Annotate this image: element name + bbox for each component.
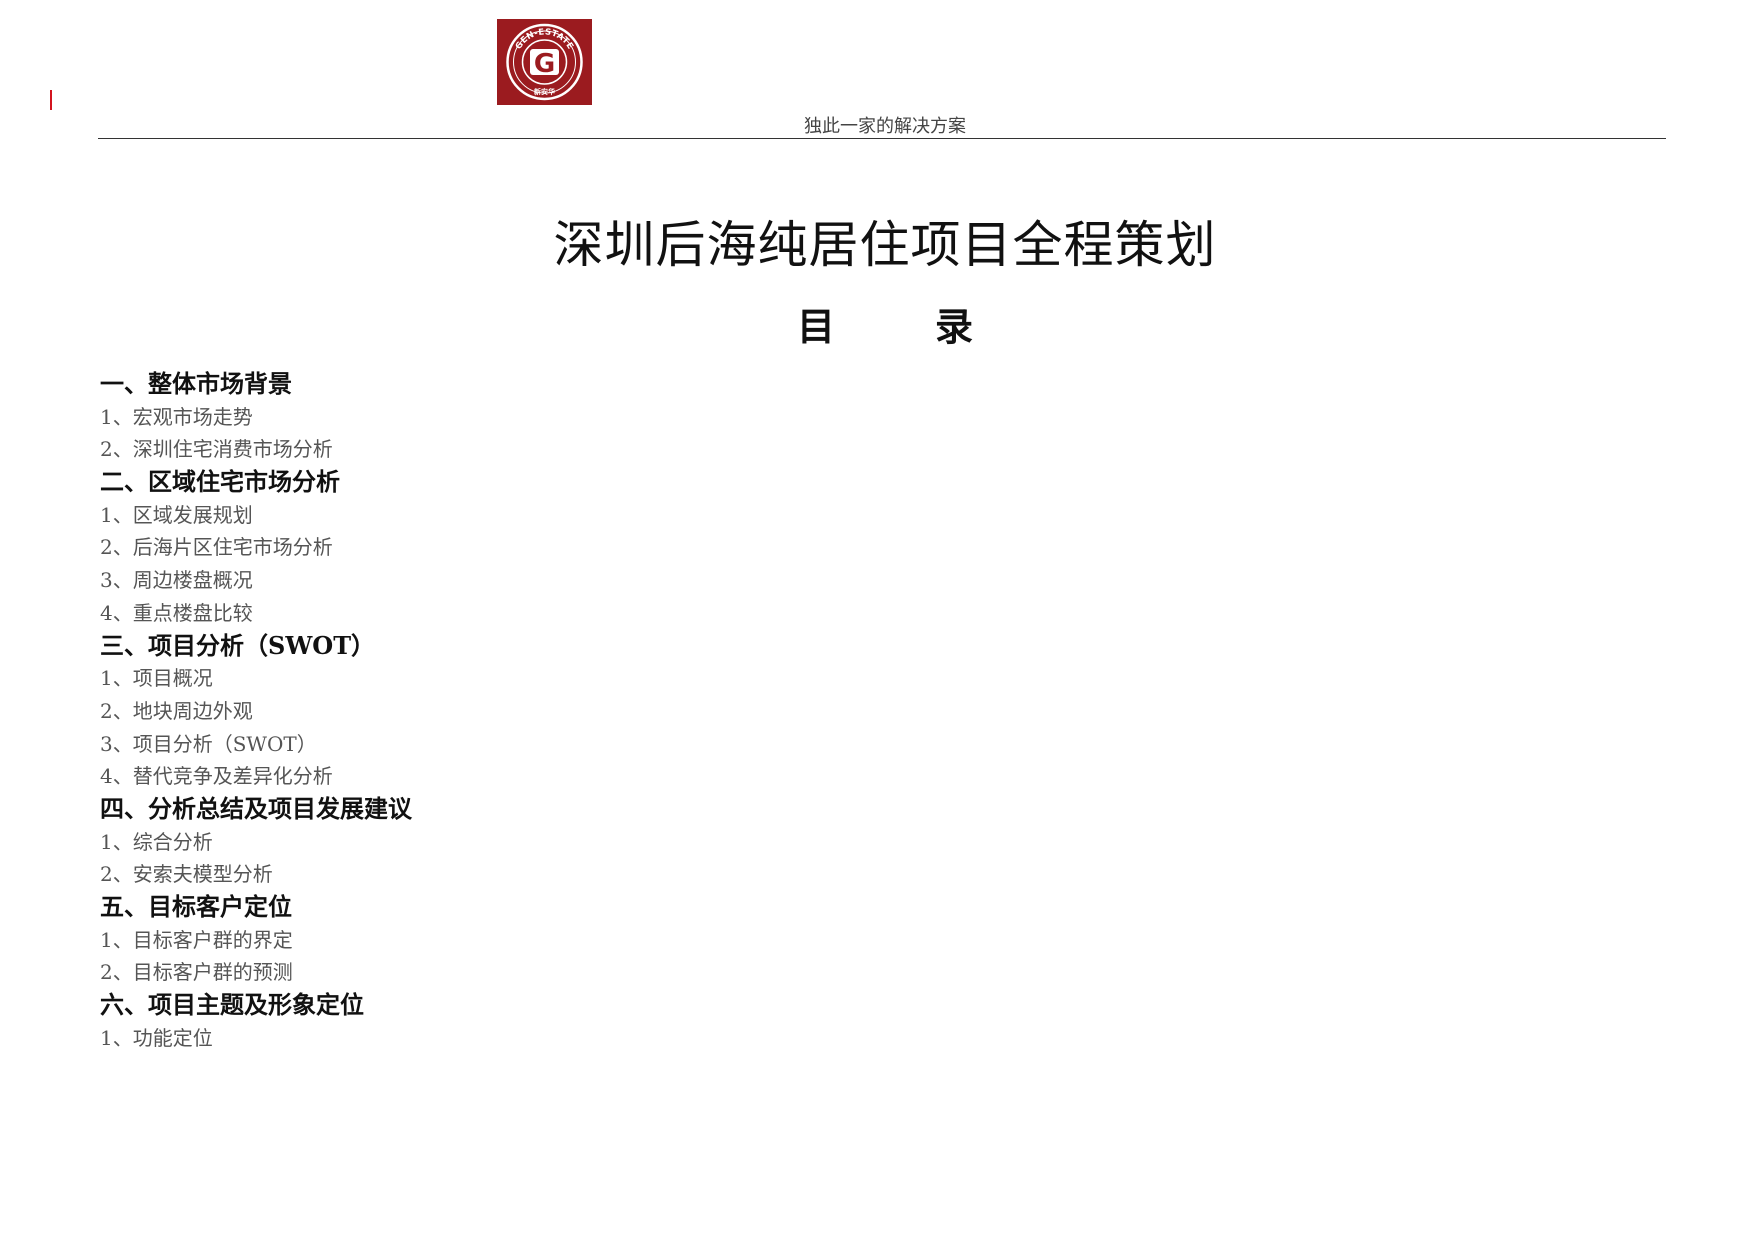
toc-item: 4、重点楼盘比较 — [100, 600, 253, 625]
toc-section-heading: 三、项目分析（SWOT） — [100, 630, 376, 660]
toc-item: 2、安索夫模型分析 — [100, 862, 273, 887]
toc-item: 2、深圳住宅消费市场分析 — [100, 437, 333, 462]
toc-item: 1、功能定位 — [100, 1025, 213, 1050]
toc-item: 1、项目概况 — [100, 666, 213, 691]
margin-marker — [50, 90, 52, 110]
toc-item: 2、地块周边外观 — [100, 698, 253, 723]
toc-item: 1、综合分析 — [100, 829, 213, 854]
toc-heading: 目录 — [796, 304, 1073, 349]
toc-section-heading: 二、区域住宅市场分析 — [100, 467, 340, 497]
toc-item: 1、宏观市场走势 — [100, 404, 253, 429]
toc-item: 4、替代竞争及差异化分析 — [100, 764, 333, 789]
toc-section-heading: 一、整体市场背景 — [100, 369, 292, 398]
gen-estate-logo: GEN-ESTATE G 新安华 — [497, 19, 592, 105]
toc-item: 3、周边楼盘概况 — [100, 568, 253, 593]
logo-letter: G — [534, 49, 555, 79]
header-divider — [98, 138, 1666, 139]
toc-item: 2、目标客户群的预测 — [100, 960, 293, 985]
toc-item: 3、项目分析（SWOT） — [100, 731, 317, 756]
document-title: 深圳后海纯居住项目全程策划 — [553, 216, 1217, 274]
logo-bottom-text: 新安华 — [534, 87, 555, 96]
toc-section-heading: 六、项目主题及形象定位 — [100, 990, 364, 1020]
table-of-contents: 一、整体市场背景 1、宏观市场走势 2、深圳住宅消费市场分析二、区域住宅市场分析 1、… — [100, 368, 412, 1054]
toc-section-heading: 五、目标客户定位 — [100, 892, 292, 921]
toc-section-heading: 四、分析总结及项目发展建议 — [100, 793, 412, 823]
toc-item: 1、目标客户群的界定 — [100, 927, 293, 952]
toc-item: 2、后海片区住宅市场分析 — [100, 535, 333, 560]
toc-item: 1、区域发展规划 — [100, 502, 253, 527]
header-tagline: 独此一家的解决方案 — [804, 116, 966, 137]
